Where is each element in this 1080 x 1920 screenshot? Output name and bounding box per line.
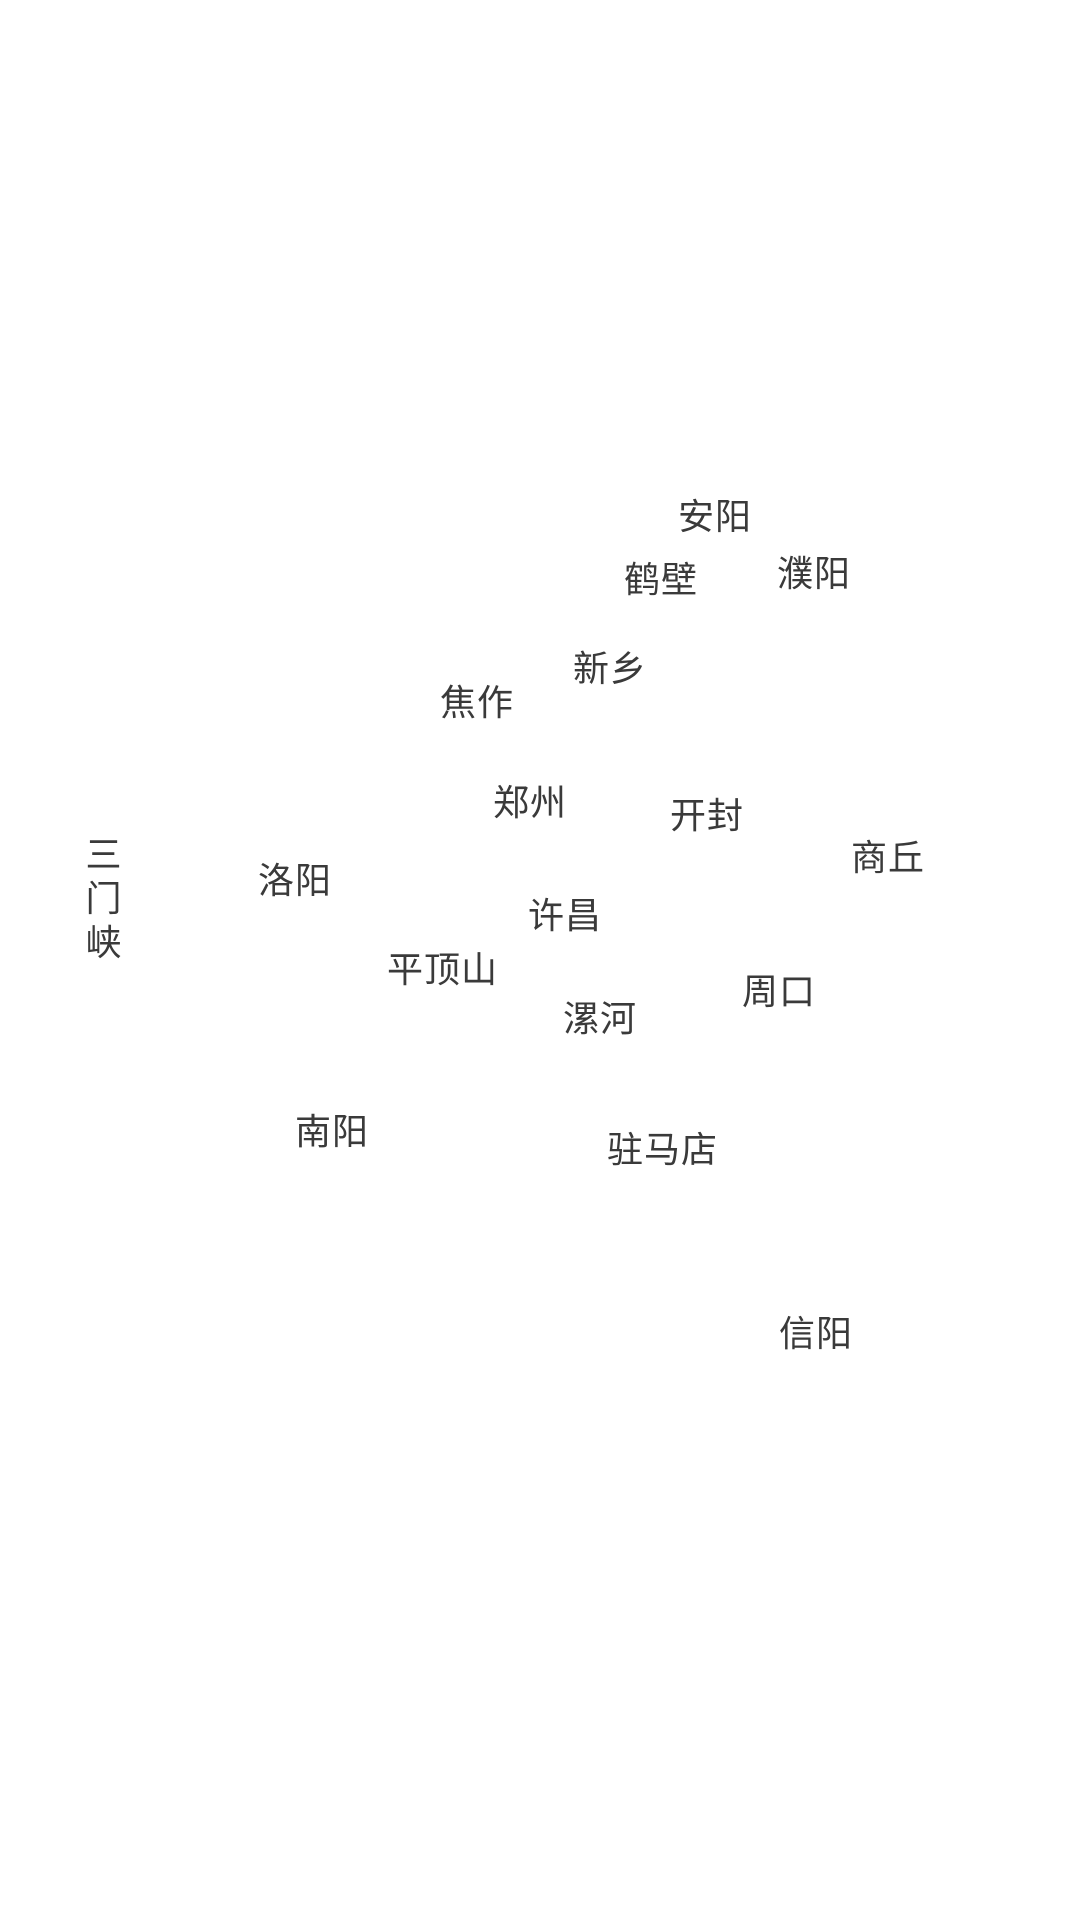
henan-city-map: 安阳 鹤壁 濮阳 新乡 焦作 郑州 开封 商丘 洛阳 三门峡 许昌 平顶山 周口… — [0, 0, 1080, 1920]
city-label-zhumadian[interactable]: 驻马店 — [607, 1133, 718, 1169]
city-label-kaifeng[interactable]: 开封 — [670, 799, 744, 835]
city-label-puyang[interactable]: 濮阳 — [777, 557, 851, 593]
city-label-jiaozuo[interactable]: 焦作 — [440, 686, 514, 722]
city-label-luohe[interactable]: 漯河 — [563, 1002, 637, 1038]
city-label-xinxiang[interactable]: 新乡 — [573, 652, 647, 688]
city-label-luoyang[interactable]: 洛阳 — [258, 864, 332, 900]
city-label-nanyang[interactable]: 南阳 — [295, 1115, 369, 1151]
city-label-xinyang[interactable]: 信阳 — [779, 1317, 853, 1353]
city-label-pingdingshan[interactable]: 平顶山 — [387, 953, 498, 989]
city-label-hebi[interactable]: 鹤壁 — [624, 563, 698, 599]
city-label-zhoukou[interactable]: 周口 — [742, 975, 816, 1011]
city-label-anyang[interactable]: 安阳 — [678, 500, 752, 536]
city-label-zhengzhou[interactable]: 郑州 — [493, 786, 567, 822]
city-label-xuchang[interactable]: 许昌 — [528, 899, 602, 935]
city-label-shangqiu[interactable]: 商丘 — [851, 841, 925, 877]
city-label-sanmenxia[interactable]: 三门峡 — [84, 834, 124, 966]
